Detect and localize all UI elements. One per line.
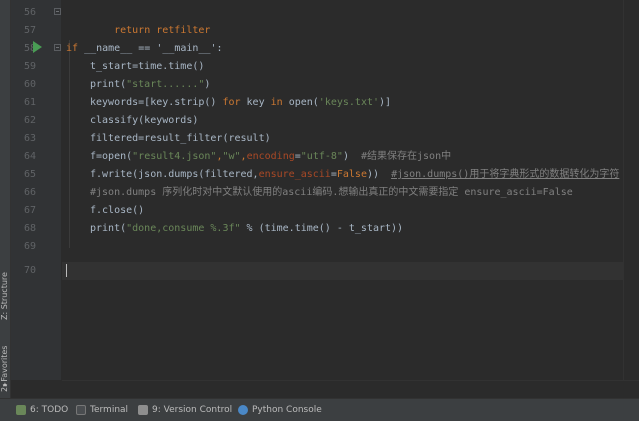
code-token: f.write(json.dumps(filtered, <box>90 169 259 180</box>
line-number: 68 <box>23 223 36 234</box>
code-token: f=open( <box>90 151 133 162</box>
code-token: print( <box>90 223 127 234</box>
code-token: t_start=time.time() <box>90 61 205 72</box>
code-token: __name__ == '__main__': <box>78 43 223 54</box>
version-control-tab[interactable]: 9: Version Control <box>138 399 232 421</box>
code-token: if <box>66 43 79 54</box>
fold-marker-icon[interactable] <box>54 8 61 15</box>
code-line-67: f.close() <box>90 202 144 220</box>
vertical-scrollbar[interactable] <box>623 0 639 380</box>
code-comment: #json.dumps()用于将字典形式的数据转化为字符 <box>391 169 620 180</box>
code-token: 'keys.txt' <box>318 97 380 108</box>
code-token: in <box>270 97 283 108</box>
code-token: ) <box>204 79 211 90</box>
code-token: ensure_ascii <box>258 169 331 180</box>
code-token: False <box>336 169 367 180</box>
code-token: )] <box>379 97 392 108</box>
code-token: % (time.time() - t_start)) <box>240 223 404 234</box>
line-number: 60 <box>23 79 36 90</box>
fold-marker-icon[interactable] <box>54 44 61 51</box>
code-token: "start......" <box>126 79 205 90</box>
terminal-tab[interactable]: Terminal <box>76 399 128 421</box>
code-editor[interactable]: return retfilter if __name__ == '__main_… <box>62 0 639 380</box>
line-number: 67 <box>23 205 36 216</box>
code-token: print( <box>90 79 127 90</box>
todo-tab-label: 6: TODO <box>30 405 69 415</box>
line-number: 62 <box>23 115 36 126</box>
structure-tab[interactable]: Z: Structure <box>0 258 10 320</box>
code-line-66: #json.dumps 序列化时对中文默认使用的ascii编码.想输出真正的中文… <box>90 184 573 202</box>
line-number: 57 <box>23 25 36 36</box>
current-line-highlight <box>62 262 639 280</box>
code-line-61: keywords=[key.strip() for key in open('k… <box>90 94 391 112</box>
line-number: 70 <box>23 265 36 276</box>
todo-tab[interactable]: 6: TODO <box>16 399 68 421</box>
code-token: open( <box>282 97 319 108</box>
line-number: 65 <box>23 169 36 180</box>
line-number: 69 <box>23 241 36 252</box>
version-control-icon <box>138 405 148 415</box>
code-line-58: if __name__ == '__main__': <box>66 40 223 58</box>
line-number: 66 <box>23 187 36 198</box>
code-token: return retfilter <box>114 25 211 36</box>
code-token: "done,consume %.3f" <box>126 223 241 234</box>
code-line-68: print("done,consume %.3f" % (time.time()… <box>90 220 403 238</box>
code-line-60: print("start......") <box>90 76 210 94</box>
python-console-tab-label: Python Console <box>252 405 322 415</box>
code-line-65: f.write(json.dumps(filtered,ensure_ascii… <box>90 166 619 184</box>
line-number: 56 <box>23 7 36 18</box>
bottom-toolbar: 6: TODO Terminal 9: Version Control Pyth… <box>0 398 639 421</box>
terminal-tab-label: Terminal <box>90 405 129 415</box>
code-token: f.close() <box>90 205 145 216</box>
code-token: classify(keywords) <box>90 115 199 126</box>
code-token: "utf-8" <box>300 151 343 162</box>
version-control-tab-label: 9: Version Control <box>152 405 233 415</box>
run-arrow-icon[interactable] <box>33 41 42 53</box>
terminal-icon <box>76 405 86 415</box>
code-token: "w" <box>222 151 241 162</box>
code-token: key <box>240 97 271 108</box>
code-line-59: t_start=time.time() <box>90 58 204 76</box>
code-token: keywords=[key.strip() <box>90 97 223 108</box>
code-comment: #json.dumps 序列化时对中文默认使用的ascii编码.想输出真正的中文… <box>90 187 573 198</box>
todo-icon <box>16 405 26 415</box>
line-number: 59 <box>23 61 36 72</box>
code-token: "result4.json" <box>132 151 217 162</box>
code-comment: #结果保存在json中 <box>361 151 452 162</box>
code-token: filtered=result_filter(result) <box>90 133 271 144</box>
line-number: 61 <box>23 97 36 108</box>
code-token: )) <box>366 169 392 180</box>
code-line-70 <box>66 262 67 280</box>
code-token: ) <box>342 151 361 162</box>
code-token: encoding <box>246 151 295 162</box>
code-line-62: classify(keywords) <box>90 112 198 130</box>
line-number: 64 <box>23 151 36 162</box>
code-token: for <box>222 97 241 108</box>
favorites-star-icon: ★ <box>2 380 8 390</box>
python-console-tab[interactable]: Python Console <box>238 399 322 421</box>
text-caret <box>66 263 67 277</box>
horizontal-scrollbar[interactable] <box>62 380 639 399</box>
line-number: 63 <box>23 133 36 144</box>
indent-guide <box>69 40 70 248</box>
python-console-icon <box>238 405 248 415</box>
code-line-63: filtered=result_filter(result) <box>90 130 271 148</box>
code-line-64: f=open("result4.json","w",encoding="utf-… <box>90 148 451 166</box>
